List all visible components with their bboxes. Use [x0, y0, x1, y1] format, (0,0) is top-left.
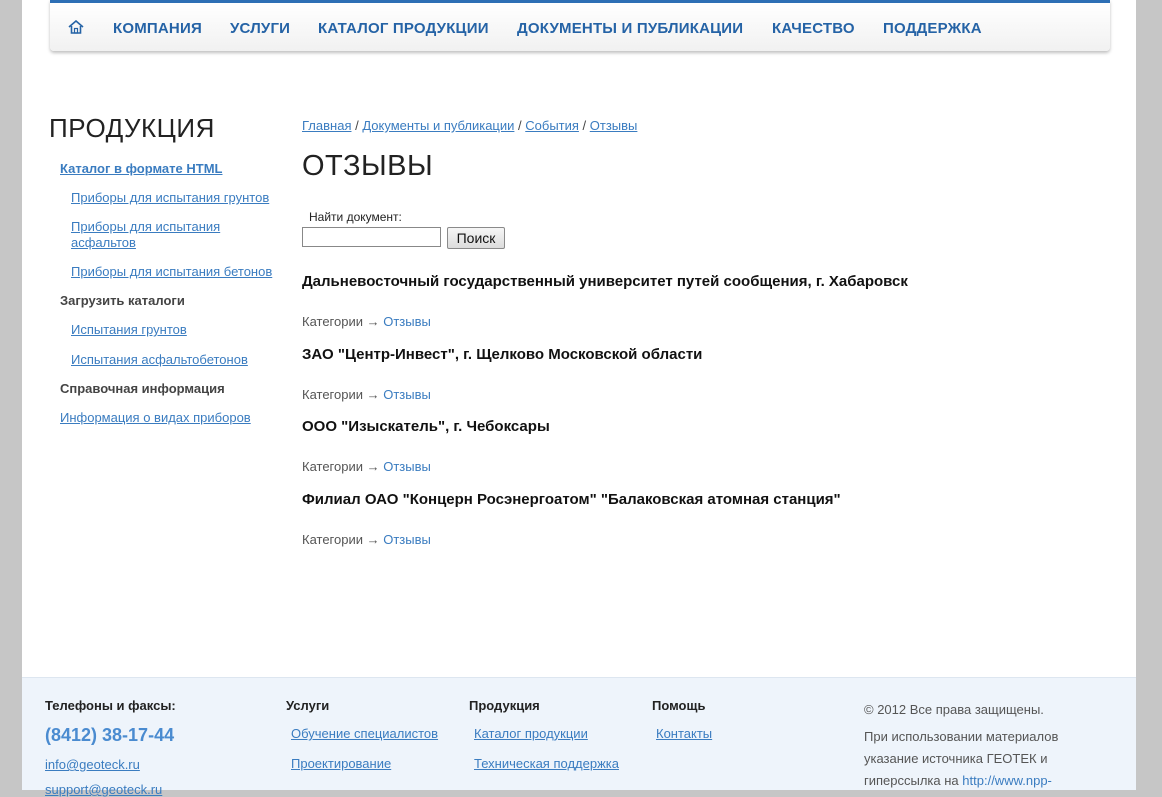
sidebar-item-asphalt-devices-line2: асфальтов: [71, 235, 136, 250]
breadcrumb: Главная / Документы и публикации / Событ…: [302, 118, 637, 133]
page-title: ОТЗЫВЫ: [302, 150, 434, 182]
category-prefix: Категории →: [302, 387, 384, 402]
top-navigation: КОМПАНИЯ УСЛУГИ КАТАЛОГ ПРОДУКЦИИ ДОКУМЕ…: [50, 0, 1110, 51]
footer-notice: При использовании материалов указание ис…: [864, 726, 1058, 792]
document-category: Категории → Отзывы: [302, 532, 431, 547]
document-title[interactable]: Дальневосточный государственный универси…: [302, 273, 908, 290]
document-title[interactable]: ЗАО "Центр-Инвест", г. Щелково Московско…: [302, 346, 702, 363]
breadcrumb-reviews[interactable]: Отзывы: [590, 118, 638, 133]
footer-link-training[interactable]: Обучение специалистов: [291, 726, 438, 741]
footer-help-heading: Помощь: [652, 698, 706, 713]
sidebar-item-asphalt-devices-line1: Приборы для испытания: [71, 219, 221, 234]
footer: Телефоны и факсы: (8412) 38-17-44 info@g…: [22, 677, 1136, 797]
breadcrumb-separator: /: [578, 118, 590, 133]
sidebar-item-catalog-html[interactable]: Каталог в формате HTML: [60, 161, 222, 177]
document-category: Категории → Отзывы: [302, 387, 431, 402]
category-link[interactable]: Отзывы: [383, 387, 431, 402]
footer-link-tech-support[interactable]: Техническая поддержка: [474, 756, 619, 771]
sidebar-title: ПРОДУКЦИЯ: [49, 113, 215, 143]
footer-email-support[interactable]: support@geoteck.ru: [45, 782, 162, 797]
category-prefix: Категории →: [302, 459, 384, 474]
breadcrumb-separator: /: [351, 118, 363, 133]
footer-phones-heading: Телефоны и факсы:: [45, 698, 176, 713]
category-prefix: Категории →: [302, 532, 384, 547]
nav-documents[interactable]: ДОКУМЕНТЫ И ПУБЛИКАЦИИ: [517, 20, 743, 37]
footer-notice-line3: гиперссылка на: [864, 773, 963, 788]
sidebar-item-soil-tests[interactable]: Испытания грунтов: [71, 322, 187, 338]
footer-link-catalog[interactable]: Каталог продукции: [474, 726, 588, 741]
sidebar-item-concrete-devices[interactable]: Приборы для испытания бетонов: [71, 264, 272, 280]
footer-link-design[interactable]: Проектирование: [291, 756, 391, 771]
page: КОМПАНИЯ УСЛУГИ КАТАЛОГ ПРОДУКЦИИ ДОКУМЕ…: [22, 0, 1136, 797]
nav-company[interactable]: КОМПАНИЯ: [113, 20, 202, 37]
sidebar-item-soil-devices[interactable]: Приборы для испытания грунтов: [71, 190, 269, 206]
sidebar-item-asphalt-tests[interactable]: Испытания асфальтобетонов: [71, 352, 248, 368]
footer-phone: (8412) 38-17-44: [45, 725, 175, 745]
footer-notice-line1: При использовании материалов: [864, 729, 1059, 744]
breadcrumb-separator: /: [514, 118, 526, 133]
search-input[interactable]: [302, 227, 441, 247]
footer-copyright: © 2012 Все права защищены.: [864, 702, 1044, 717]
footer-products-heading: Продукция: [469, 698, 540, 713]
document-category: Категории → Отзывы: [302, 314, 431, 329]
nav-services[interactable]: УСЛУГИ: [230, 20, 290, 37]
document-title[interactable]: ООО "Изыскатель", г. Чебоксары: [302, 418, 550, 435]
sidebar-heading-downloads: Загрузить каталоги: [60, 293, 185, 308]
footer-notice-line2: указание источника ГЕОТЕК и: [864, 751, 1048, 766]
footer-link-contacts[interactable]: Контакты: [656, 726, 712, 741]
sidebar-item-device-info[interactable]: Информация о видах приборов: [60, 410, 251, 426]
breadcrumb-home[interactable]: Главная: [302, 118, 351, 133]
search-label: Найти документ:: [309, 210, 402, 224]
category-link[interactable]: Отзывы: [383, 459, 431, 474]
sidebar-item-asphalt-devices[interactable]: Приборы для испытания асфальтов: [71, 219, 220, 251]
breadcrumb-documents[interactable]: Документы и публикации: [362, 118, 514, 133]
sidebar-heading-reference: Справочная информация: [60, 381, 225, 396]
breadcrumb-events[interactable]: События: [525, 118, 579, 133]
document-category: Категории → Отзывы: [302, 459, 431, 474]
category-prefix: Категории →: [302, 314, 384, 329]
document-title[interactable]: Филиал ОАО "Концерн Росэнергоатом" "Бала…: [302, 491, 841, 508]
nav-support[interactable]: ПОДДЕРЖКА: [883, 20, 982, 37]
category-link[interactable]: Отзывы: [383, 532, 431, 547]
nav-quality[interactable]: КАЧЕСТВО: [772, 20, 855, 37]
search-button[interactable]: Поиск: [447, 227, 505, 249]
footer-email-info[interactable]: info@geoteck.ru: [45, 757, 140, 772]
footer-notice-link[interactable]: http://www.npp-: [962, 773, 1052, 788]
footer-services-heading: Услуги: [286, 698, 330, 713]
category-link[interactable]: Отзывы: [383, 314, 431, 329]
nav-catalog[interactable]: КАТАЛОГ ПРОДУКЦИИ: [318, 20, 489, 37]
home-icon[interactable]: [68, 19, 84, 34]
